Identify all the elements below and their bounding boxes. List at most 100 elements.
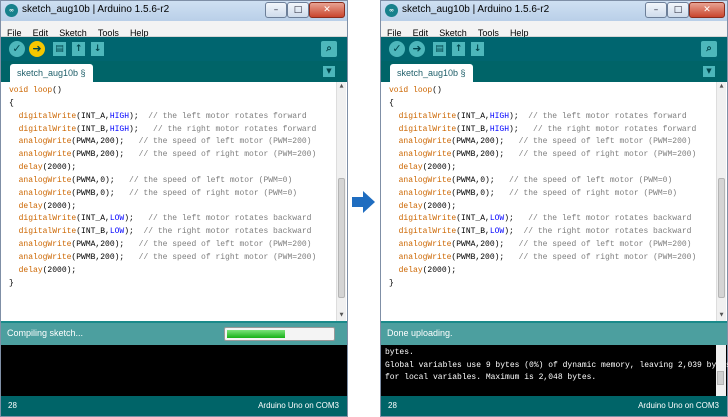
triangle-down-icon[interactable]: ▼ <box>323 66 335 77</box>
save-down-arrow-icon[interactable]: ↓ <box>471 42 484 56</box>
code-line: delay(2000); <box>9 201 316 214</box>
code-token: analogWrite <box>18 175 72 185</box>
console-scrollbar[interactable] <box>716 345 726 396</box>
status-text: Compiling sketch... <box>7 328 84 338</box>
close-button[interactable]: ✕ <box>689 2 725 18</box>
code-line: { <box>9 98 316 111</box>
code-token: HIGH <box>489 111 510 121</box>
maximize-button[interactable]: □ <box>667 2 689 18</box>
check-icon[interactable]: ✓ <box>9 41 25 57</box>
code-line: void loop() <box>389 85 696 98</box>
right-arrow-icon[interactable]: ➜ <box>29 41 45 57</box>
minimize-button[interactable]: – <box>645 2 667 18</box>
code-token: (PWMB,200); <box>451 150 519 160</box>
code-token: // the right motor rotates backward <box>143 227 312 237</box>
right-arrow-icon[interactable]: ➜ <box>409 41 425 57</box>
close-button[interactable]: ✕ <box>309 2 345 18</box>
menu-bar: File Edit Sketch Tools Help <box>381 21 727 38</box>
code-line: } <box>389 278 696 291</box>
blue-right-arrow-icon <box>352 191 375 213</box>
code-token: (INT_A, <box>456 214 490 224</box>
code-line: analogWrite(PWMA,0); // the speed of lef… <box>9 175 316 188</box>
scrollbar-thumb[interactable] <box>717 371 724 385</box>
code-token: // the speed of left motor (PWM=0) <box>129 175 293 185</box>
code-line: delay(2000); <box>9 265 316 278</box>
console-output: bytes. Global variables use 9 bytes (0%)… <box>381 345 728 396</box>
title-bar[interactable]: ∞ sketch_aug10b | Arduino 1.5.6-r2 – □ ✕ <box>381 1 727 21</box>
magnifier-icon[interactable]: ⌕ <box>701 41 717 57</box>
open-up-arrow-icon[interactable]: ↑ <box>72 42 85 56</box>
code-token: HIGH <box>489 124 510 134</box>
maximize-button[interactable]: □ <box>287 2 309 18</box>
minimize-button[interactable]: – <box>265 2 287 18</box>
code-line: digitalWrite(INT_A,LOW); // the left mot… <box>389 213 696 226</box>
code-token: { <box>389 98 394 108</box>
window-title: sketch_aug10b | Arduino 1.5.6-r2 <box>22 4 170 15</box>
scrollbar-thumb[interactable] <box>718 178 725 298</box>
code-token: ); <box>504 227 524 237</box>
code-line: analogWrite(PWMB,200); // the speed of r… <box>389 252 697 265</box>
code-token: analogWrite <box>18 137 72 147</box>
tab-sketch[interactable]: sketch_aug10b § <box>10 64 93 82</box>
editor-scrollbar[interactable]: ▲ ▼ <box>716 82 726 321</box>
code-token: (INT_B, <box>456 124 490 134</box>
arduino-window-compiling: ∞ sketch_aug10b | Arduino 1.5.6-r2 – □ ✕… <box>0 0 348 417</box>
code-token: } <box>9 278 14 288</box>
code-line: analogWrite(PWMB,0); // the speed of rig… <box>9 188 316 201</box>
tab-bar: sketch_aug10b § ▼ <box>1 61 347 82</box>
code-token: HIGH <box>109 111 130 121</box>
window-title: sketch_aug10b | Arduino 1.5.6-r2 <box>402 4 550 15</box>
new-file-icon[interactable]: ▤ <box>53 42 66 56</box>
menu-bar: File Edit Sketch Tools Help <box>1 21 347 38</box>
save-down-arrow-icon[interactable]: ↓ <box>91 42 104 56</box>
code-token: delay <box>18 201 43 211</box>
code-token: analogWrite <box>398 240 452 250</box>
code-line: analogWrite(PWMA,0); // the speed of lef… <box>389 175 696 188</box>
code-token: analogWrite <box>18 252 72 262</box>
scroll-down-icon[interactable]: ▼ <box>718 312 725 320</box>
code-editor[interactable]: void loop(){ digitalWrite(INT_A,HIGH); /… <box>1 82 347 321</box>
code-token: HIGH <box>109 124 130 134</box>
code-line: digitalWrite(INT_B,HIGH); // the right m… <box>389 124 697 137</box>
code-token: (2000); <box>422 163 457 173</box>
code-token: // the speed of right motor (PWM=200) <box>138 252 317 262</box>
code-line: analogWrite(PWMB,200); // the speed of r… <box>9 149 317 162</box>
code-token: (PWMB,200); <box>451 252 519 262</box>
open-up-arrow-icon[interactable]: ↑ <box>452 42 465 56</box>
code-token: (PWMB,200); <box>71 150 139 160</box>
status-bar: Done uploading. <box>381 321 727 345</box>
code-token: (2000); <box>422 201 457 211</box>
code-area[interactable]: void loop(){ digitalWrite(INT_A,HIGH); /… <box>389 85 696 291</box>
code-token: (2000); <box>422 265 457 275</box>
scroll-up-icon[interactable]: ▲ <box>718 83 725 91</box>
scroll-up-icon[interactable]: ▲ <box>338 83 345 91</box>
code-line: void loop() <box>9 85 316 98</box>
code-token: loop <box>33 86 53 95</box>
arduino-window-uploaded: ∞ sketch_aug10b | Arduino 1.5.6-r2 – □ ✕… <box>380 0 728 417</box>
code-token: // the left motor rotates backward <box>148 214 312 224</box>
editor-scrollbar[interactable]: ▲ ▼ <box>336 82 346 321</box>
code-editor[interactable]: void loop(){ digitalWrite(INT_A,HIGH); /… <box>381 82 727 321</box>
status-text: Done uploading. <box>387 328 453 338</box>
code-line: } <box>9 278 316 291</box>
tab-sketch[interactable]: sketch_aug10b § <box>390 64 473 82</box>
title-bar[interactable]: ∞ sketch_aug10b | Arduino 1.5.6-r2 – □ ✕ <box>1 1 347 21</box>
scrollbar-thumb[interactable] <box>338 178 345 298</box>
new-file-icon[interactable]: ▤ <box>433 42 446 56</box>
code-token: analogWrite <box>398 175 452 185</box>
code-area[interactable]: void loop(){ digitalWrite(INT_A,HIGH); /… <box>9 85 316 291</box>
code-token: // the speed of left motor (PWM=200) <box>138 240 312 250</box>
code-token: LOW <box>109 214 125 224</box>
magnifier-icon[interactable]: ⌕ <box>321 41 337 57</box>
code-token: analogWrite <box>18 240 72 250</box>
check-icon[interactable]: ✓ <box>389 41 405 57</box>
triangle-down-icon[interactable]: ▼ <box>703 66 715 77</box>
scroll-down-icon[interactable]: ▼ <box>338 312 345 320</box>
